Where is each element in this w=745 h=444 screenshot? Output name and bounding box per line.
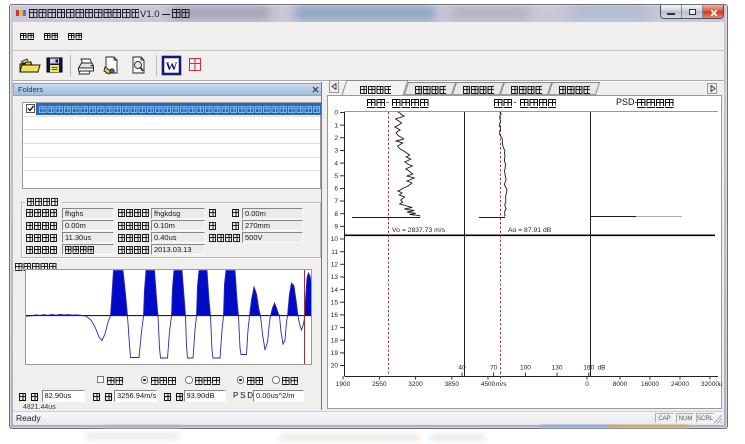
svg-text:16: 16 [331, 312, 339, 319]
svg-text:130: 130 [552, 365, 563, 372]
svg-text:12: 12 [331, 262, 339, 269]
svg-text:dB: dB [598, 365, 606, 372]
svg-text:17: 17 [331, 325, 339, 332]
svg-text:16000: 16000 [641, 381, 659, 388]
svg-text:4500: 4500 [481, 381, 496, 388]
svg-text:20: 20 [331, 363, 339, 370]
svg-text:W: W [166, 59, 178, 73]
svg-text:8: 8 [334, 211, 338, 218]
svg-text:3200: 3200 [408, 381, 423, 388]
svg-text:m/s: m/s [496, 381, 507, 388]
svg-text:u: u [719, 381, 723, 388]
svg-text:13: 13 [331, 274, 339, 281]
svg-text:1900: 1900 [336, 381, 351, 388]
svg-text:11: 11 [331, 249, 338, 256]
svg-text:15: 15 [331, 299, 339, 306]
svg-text:2550: 2550 [372, 381, 387, 388]
svg-text:32000: 32000 [701, 381, 719, 388]
svg-text:9: 9 [334, 224, 338, 231]
svg-text:1: 1 [334, 122, 338, 129]
svg-text:70: 70 [490, 365, 498, 372]
svg-text:Vo = 2837.73 m/s: Vo = 2837.73 m/s [392, 227, 446, 234]
svg-text:3: 3 [334, 148, 338, 155]
svg-text:0: 0 [585, 381, 589, 388]
svg-text:100: 100 [520, 365, 531, 372]
svg-text:18: 18 [331, 337, 339, 344]
svg-text:19: 19 [331, 350, 339, 357]
svg-text:7: 7 [334, 198, 338, 205]
svg-text:10: 10 [331, 236, 339, 243]
svg-text:160: 160 [583, 365, 594, 372]
svg-text:24000: 24000 [671, 381, 689, 388]
svg-text:14: 14 [331, 287, 339, 294]
svg-text:6: 6 [334, 186, 338, 193]
svg-text:Ao = 87.91 dB: Ao = 87.91 dB [508, 227, 552, 234]
svg-text:3850: 3850 [445, 381, 460, 388]
svg-text:8000: 8000 [613, 381, 628, 388]
svg-text:0: 0 [334, 110, 338, 117]
svg-text:4: 4 [334, 160, 338, 167]
svg-text:40: 40 [458, 365, 466, 372]
svg-text:2: 2 [334, 135, 338, 142]
svg-text:5: 5 [334, 173, 338, 180]
